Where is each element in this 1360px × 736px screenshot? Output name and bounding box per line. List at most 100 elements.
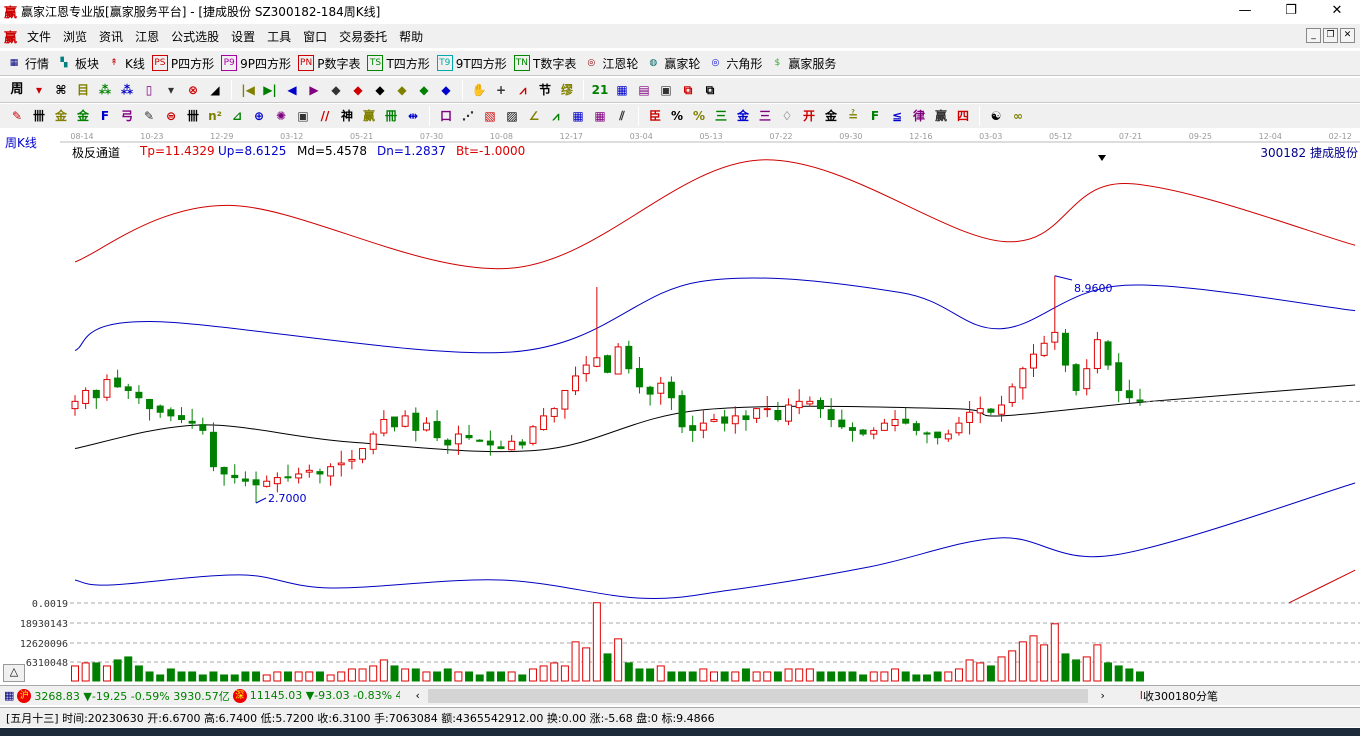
toolbar-button-1[interactable]: ▚ 板块 [56,55,99,72]
tool-icon[interactable]: ▦ [567,106,589,126]
tool-icon[interactable]: |◀ [237,80,259,100]
tool-icon[interactable]: 21 [589,80,611,100]
tool-icon[interactable]: 三 [754,106,776,126]
tool-icon[interactable]: 开 [798,106,820,126]
toolbar-button-4[interactable]: P9 9P四方形 [221,55,291,72]
toolbar-button-11[interactable]: ◎ 六角形 [707,55,762,72]
mdi-restore-button[interactable]: ❐ [1323,28,1338,43]
tool-icon[interactable]: ▨ [501,106,523,126]
tool-icon[interactable]: n² [204,106,226,126]
tool-icon[interactable]: 金 [820,106,842,126]
tool-icon[interactable]: ◢ [204,80,226,100]
tool-icon[interactable]: ▤ [633,80,655,100]
tool-icon[interactable]: 口 [435,106,457,126]
tick-data-label[interactable]: 收300180分笔 [1143,688,1218,704]
tool-icon[interactable]: 弓 [116,106,138,126]
grid-icon[interactable]: ▦ [4,689,14,702]
tool-icon[interactable]: 冊 [380,106,402,126]
tool-icon[interactable]: ∞ [1007,106,1029,126]
tool-icon[interactable]: ▣ [655,80,677,100]
tool-icon[interactable]: ✎ [138,106,160,126]
menu-gann[interactable]: 江恩 [129,28,165,45]
tool-icon[interactable]: ▣ [292,106,314,126]
menu-window[interactable]: 窗口 [297,28,333,45]
mdi-close-button[interactable]: ✕ [1340,28,1355,43]
tool-icon[interactable]: ▶| [259,80,281,100]
toolbar-button-0[interactable]: ▦ 行情 [6,55,49,72]
tool-icon[interactable]: ⩘ [545,106,567,126]
tool-icon[interactable]: 赢 [358,106,380,126]
tool-icon[interactable]: ✋ [468,80,490,100]
tool-icon[interactable]: 律 [908,106,930,126]
restore-button[interactable]: ❐ [1268,0,1314,22]
menu-trade[interactable]: 交易委托 [333,28,393,45]
scroll-up-button[interactable]: △ [3,664,25,682]
tool-icon[interactable]: 金 [732,106,754,126]
tool-icon[interactable]: ⌘ [50,80,72,100]
tool-icon[interactable]: ▦ [589,106,611,126]
tool-icon[interactable]: ◆ [369,80,391,100]
tool-icon[interactable]: 臣 [644,106,666,126]
tool-icon[interactable]: ◀ [281,80,303,100]
tool-icon[interactable]: ⧉ [677,80,699,100]
tool-icon[interactable]: 四 [952,106,974,126]
tool-icon[interactable]: ⫽ [611,106,633,126]
tool-icon[interactable]: 三 [710,106,732,126]
tool-icon[interactable]: ▯ [138,80,160,100]
tool-icon[interactable]: ⁂ [116,80,138,100]
kline-chart[interactable]: 08-14 10-23 12-29 03-12 05-21 07-30 10-08 12-17… [0,128,1360,684]
tool-icon[interactable]: ⊕ [248,106,270,126]
tool-icon[interactable]: ⊿ [226,106,248,126]
tool-icon[interactable]: 金 [72,106,94,126]
menu-settings[interactable]: 设置 [225,28,261,45]
scroll-right-button[interactable]: › [1088,689,1118,702]
menu-tools[interactable]: 工具 [261,28,297,45]
menu-file[interactable]: 文件 [21,28,57,45]
tool-icon[interactable]: 神 [336,106,358,126]
tool-icon[interactable]: ⩘ [512,80,534,100]
menu-browse[interactable]: 浏览 [57,28,93,45]
toolbar-button-9[interactable]: ◎ 江恩轮 [583,55,638,72]
tool-icon[interactable]: ▧ [479,106,501,126]
tool-icon[interactable]: ⇹ [402,106,424,126]
menu-formula[interactable]: 公式选股 [165,28,225,45]
tool-icon[interactable]: ✎ [6,106,28,126]
tool-icon[interactable]: ◆ [347,80,369,100]
tool-icon[interactable]: 卌 [182,106,204,126]
sz-index[interactable]: 11145.03 ▼-93.03 -0.83% 4970.20 [250,689,400,702]
tool-icon[interactable]: ⋰ [457,106,479,126]
tool-icon[interactable]: ▾ [28,80,50,100]
tool-icon[interactable]: F [94,106,116,126]
tool-icon[interactable]: ✺ [270,106,292,126]
toolbar-button-6[interactable]: TS T四方形 [367,55,430,72]
tool-icon[interactable]: ⧉ [699,80,721,100]
tool-icon[interactable]: 卌 [28,106,50,126]
toolbar-button-5[interactable]: PN P数字表 [298,55,360,72]
scroll-left-button[interactable]: ‹ [408,689,428,702]
toolbar-button-12[interactable]: $ 赢家服务 [769,55,837,72]
tool-icon[interactable]: ▦ [611,80,633,100]
horizontal-scrollbar[interactable] [427,688,1088,703]
menu-help[interactable]: 帮助 [393,28,429,45]
tool-icon[interactable]: ⊗ [182,80,204,100]
toolbar-button-10[interactable]: ◍ 赢家轮 [645,55,700,72]
tool-icon[interactable]: ◆ [325,80,347,100]
tool-icon[interactable]: 赢 [930,106,952,126]
tool-icon[interactable]: 缪 [556,80,578,100]
tool-icon[interactable]: + [490,80,512,100]
toolbar-button-3[interactable]: PS P四方形 [151,55,214,72]
tool-icon[interactable]: ◆ [413,80,435,100]
toolbar-button-2[interactable]: ↟ K线 [106,55,145,72]
period-selector[interactable]: 周 [6,80,28,100]
tool-icon[interactable]: ▾ [160,80,182,100]
tool-icon[interactable]: ◆ [391,80,413,100]
tool-icon[interactable]: F [864,106,886,126]
tool-icon[interactable]: ≟ [842,106,864,126]
chart-canvas[interactable]: 08-14 10-23 12-29 03-12 05-21 07-30 10-08 12-17… [0,128,1360,684]
sh-index[interactable]: 3268.83 ▼-19.25 -0.59% 3930.57亿 [34,688,229,704]
tool-icon[interactable]: // [314,106,336,126]
tool-icon[interactable]: ⊜ [160,106,182,126]
mdi-minimize-button[interactable]: _ [1306,28,1321,43]
toolbar-button-7[interactable]: T9 9T四方形 [436,55,507,72]
tool-icon[interactable]: 节 [534,80,556,100]
